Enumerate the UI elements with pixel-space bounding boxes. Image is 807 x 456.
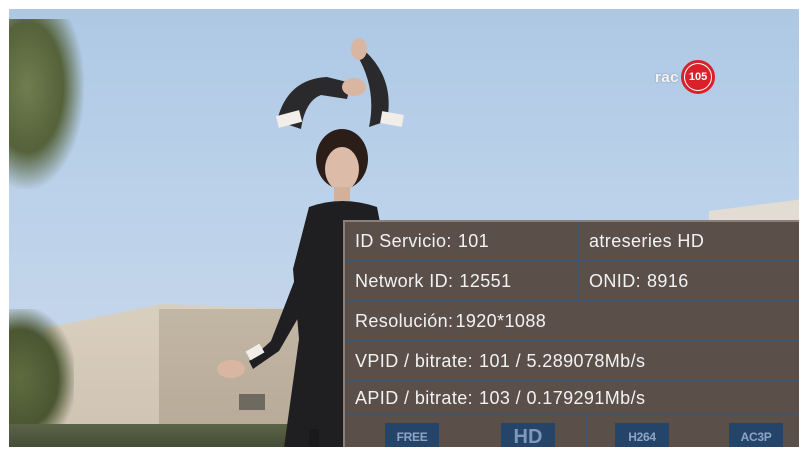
free-badge: FREE (385, 423, 439, 447)
channel-info-panel: ID Servicio: 101 atreseries HD Network I… (343, 220, 799, 447)
channel-logo: rac 105 (655, 59, 716, 95)
channel-name: atreseries HD (589, 230, 705, 251)
resolution-cell: Resolución: 1920*1088 (345, 302, 799, 340)
network-id-cell: Network ID: 12551 (345, 262, 577, 300)
onid-label: ONID: (589, 270, 642, 291)
network-id-label: Network ID: (355, 270, 454, 291)
video-frame: rac 105 ID Servicio: 101 atreseries HD N… (9, 9, 799, 447)
onid-cell: ONID: 8916 (579, 262, 799, 300)
apid-cell: APID / bitrate: 103 / 0.179291Mb/s (345, 382, 799, 414)
apid-label: APID / bitrate: (355, 387, 474, 408)
channel-logo-badge: 105 (681, 60, 716, 94)
h264-badge: H264 (615, 423, 669, 447)
onid-value: 8916 (647, 270, 689, 291)
apid-value: 103 / 0.179291Mb/s (479, 387, 646, 408)
info-row-audio: APID / bitrate: 103 / 0.179291Mb/s (345, 382, 799, 416)
service-id-cell: ID Servicio: 101 (345, 222, 577, 260)
hd-badge: HD (501, 423, 555, 447)
service-id-value: 101 (457, 230, 490, 251)
info-row-badges: FREE HD H264 AC3P (345, 416, 799, 447)
resolution-value: 1920*1088 (455, 310, 547, 331)
info-row-resolution: Resolución: 1920*1088 (345, 302, 799, 342)
channel-logo-number: 105 (685, 64, 712, 90)
service-id-label: ID Servicio: (355, 230, 452, 251)
badge-divider (585, 416, 587, 447)
ac3p-badge: AC3P (729, 423, 783, 447)
info-row-network: Network ID: 12551 ONID: 8916 (345, 262, 799, 302)
vpid-cell: VPID / bitrate: 101 / 5.289078Mb/s (345, 342, 799, 380)
info-row-video: VPID / bitrate: 101 / 5.289078Mb/s (345, 342, 799, 382)
channel-logo-text: rac (655, 68, 680, 86)
vpid-label: VPID / bitrate: (355, 350, 474, 371)
network-id-value: 12551 (459, 270, 512, 291)
resolution-label: Resolución: (355, 310, 454, 331)
info-row-service: ID Servicio: 101 atreseries HD (345, 222, 799, 262)
vpid-value: 101 / 5.289078Mb/s (479, 350, 646, 371)
